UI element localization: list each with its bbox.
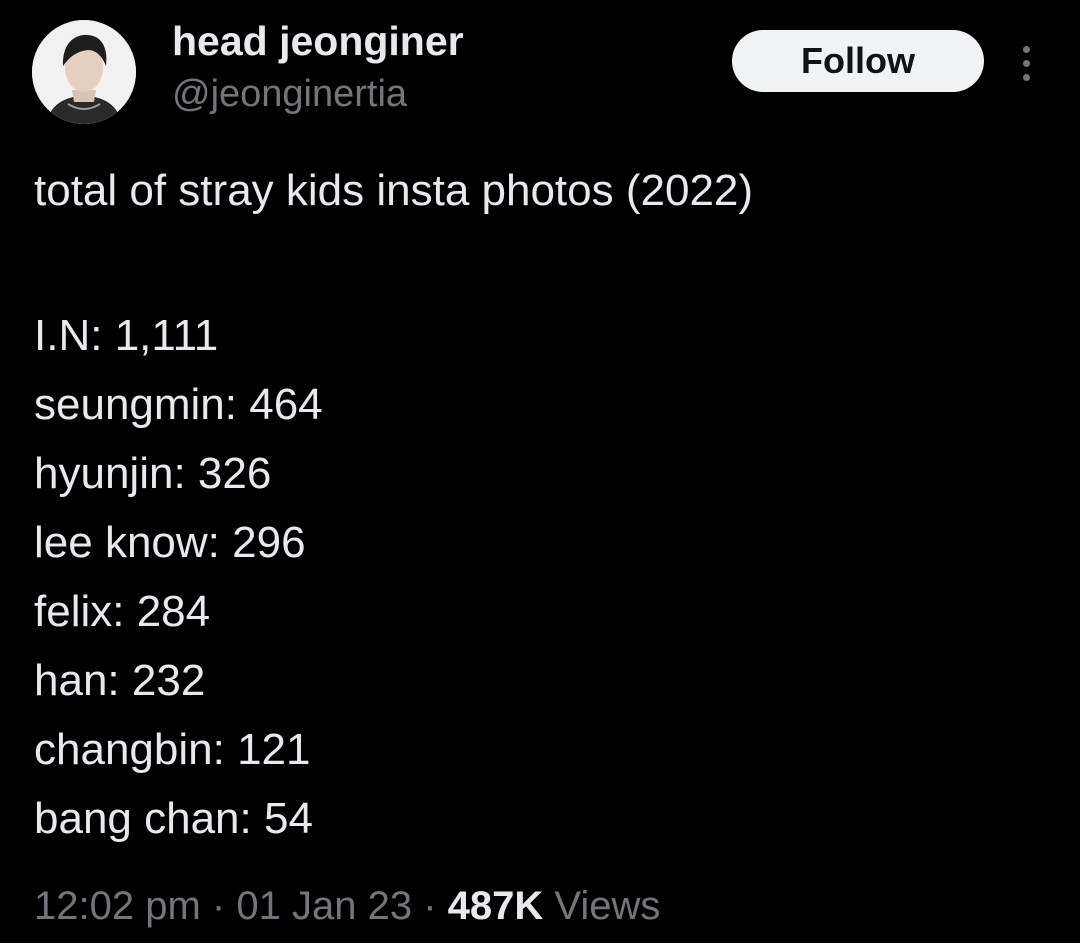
member-name: seungmin (34, 380, 225, 429)
more-dot (1023, 46, 1030, 53)
list-item: hyunjin: 326 (34, 449, 272, 498)
member-name: lee know (34, 518, 208, 567)
photo-count: 121 (237, 725, 311, 774)
views-label: Views (554, 884, 661, 928)
tweet: head jeonginer @jeonginertia Follow tota… (0, 0, 1080, 943)
list-item: bang chan: 54 (34, 794, 313, 843)
views-count: 487K (447, 884, 544, 928)
member-name: bang chan (34, 794, 240, 843)
list-item: han: 232 (34, 656, 206, 705)
list-item: lee know: 296 (34, 518, 306, 567)
display-name[interactable]: head jeonginer (172, 18, 464, 64)
tweet-time[interactable]: 12:02 pm (34, 884, 201, 928)
user-handle[interactable]: @jeonginertia (172, 70, 464, 118)
author-names: head jeonginer @jeonginertia (172, 18, 464, 118)
tweet-text: total of stray kids insta photos (2022) … (34, 156, 1054, 853)
member-name: han (34, 656, 108, 705)
more-vertical-icon[interactable] (1012, 40, 1042, 86)
member-name: felix (34, 587, 113, 636)
photo-count: 232 (131, 656, 206, 705)
photo-count: 296 (232, 518, 306, 567)
photo-count: 326 (197, 449, 272, 498)
list-item: seungmin: 464 (34, 380, 323, 429)
member-name: I.N (34, 311, 91, 360)
member-name: changbin (34, 725, 213, 774)
photo-count: 464 (249, 380, 323, 429)
photo-count: 54 (263, 794, 313, 843)
avatar-image (32, 20, 136, 124)
list-item: changbin: 121 (34, 725, 311, 774)
tweet-date[interactable]: 01 Jan 23 (236, 884, 412, 928)
tweet-header: head jeonginer @jeonginertia Follow (32, 18, 1052, 128)
avatar[interactable] (32, 20, 136, 124)
list-item: I.N: 1,111 (34, 311, 219, 360)
follow-button[interactable]: Follow (732, 30, 984, 92)
tweet-title: total of stray kids insta photos (2022) (34, 166, 754, 215)
list-item: felix: 284 (34, 587, 211, 636)
meta-separator: · (211, 884, 226, 928)
photo-count: 1,111 (114, 311, 219, 360)
more-dot (1023, 60, 1030, 67)
tweet-meta: 12:02 pm · 01 Jan 23 · 487K Views (34, 878, 660, 934)
meta-separator: · (423, 884, 437, 928)
photo-count: 284 (136, 587, 211, 636)
member-name: hyunjin (34, 449, 174, 498)
more-dot (1023, 74, 1030, 81)
